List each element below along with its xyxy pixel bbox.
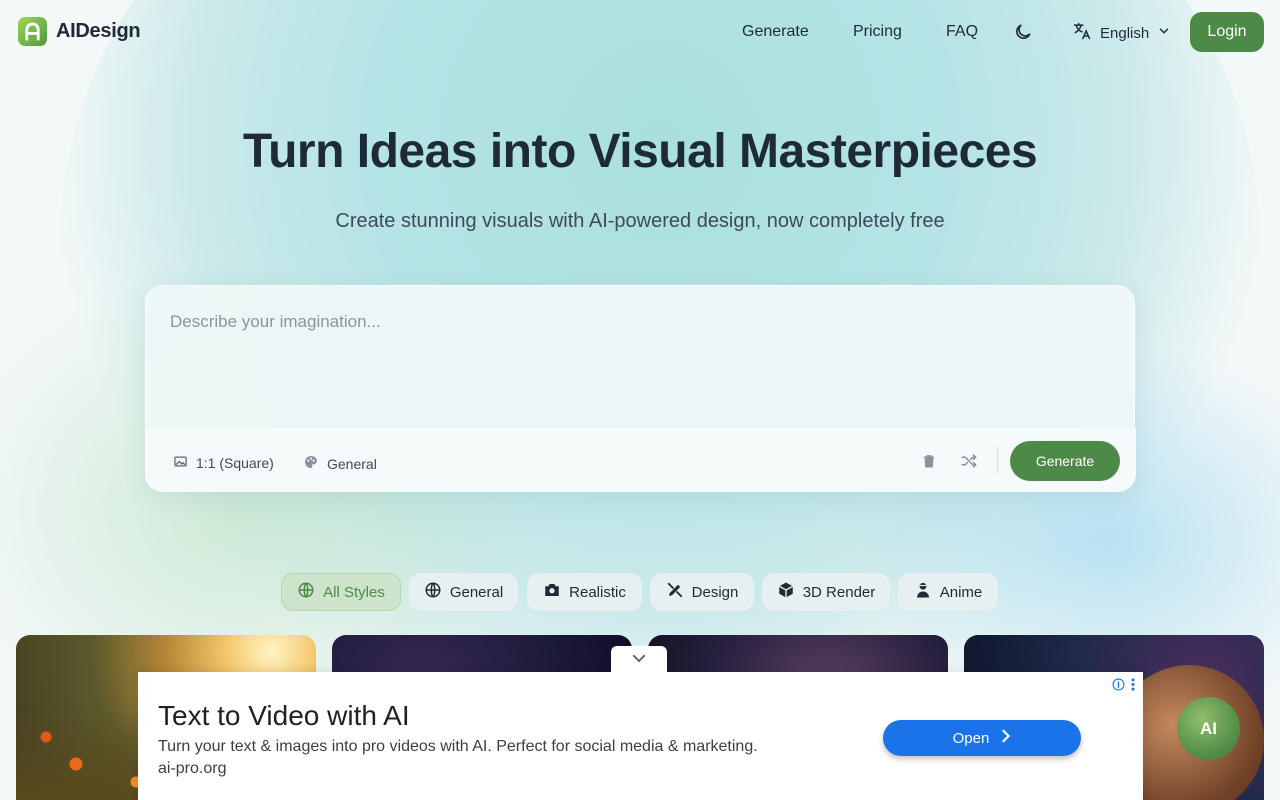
- chip-anime[interactable]: Anime: [898, 573, 998, 611]
- chip-general[interactable]: General: [409, 573, 518, 611]
- ad-open-label: Open: [952, 729, 990, 747]
- more-options-icon[interactable]: [1131, 678, 1135, 696]
- nav-pricing[interactable]: Pricing: [853, 23, 902, 41]
- ad-info-controls[interactable]: [1112, 678, 1135, 696]
- ad-banner: Text to Video with AI Turn your text & i…: [138, 672, 1143, 800]
- cube-icon: [777, 581, 795, 603]
- chip-label: Realistic: [569, 583, 626, 601]
- chip-label: Anime: [939, 583, 983, 601]
- prompt-card: 1:1 (Square) General Generate: [145, 285, 1136, 492]
- login-button[interactable]: Login: [1190, 12, 1264, 52]
- hero-subtitle: Create stunning visuals with AI-powered …: [335, 210, 945, 232]
- ad-collapse-button[interactable]: [611, 646, 667, 674]
- generate-button[interactable]: Generate: [1010, 441, 1120, 481]
- trash-icon[interactable]: [918, 450, 940, 472]
- shuffle-icon[interactable]: [958, 450, 980, 472]
- chip-label: General: [449, 583, 504, 601]
- chip-all-styles[interactable]: All Styles: [281, 573, 401, 611]
- ad-title[interactable]: Text to Video with AI: [158, 700, 410, 732]
- image-icon: [173, 454, 188, 472]
- nav-generate[interactable]: Generate: [742, 23, 809, 41]
- chip-label: 3D Render: [802, 583, 876, 601]
- aspect-ratio-selector[interactable]: 1:1 (Square): [173, 454, 274, 472]
- globe-icon: [297, 581, 315, 603]
- chevron-right-icon: [1001, 729, 1011, 747]
- logo-mark-icon: [18, 17, 47, 46]
- aspect-ratio-label: 1:1 (Square): [196, 455, 274, 471]
- chip-3d-render[interactable]: 3D Render: [762, 573, 890, 611]
- language-selector[interactable]: English: [1072, 21, 1171, 45]
- style-filter-bar: All Styles General Realistic Design 3D R…: [0, 573, 1280, 611]
- camera-icon: [543, 581, 561, 603]
- chevron-down-icon: [630, 649, 648, 672]
- palette-icon: [303, 454, 319, 473]
- style-selector[interactable]: General: [303, 454, 377, 473]
- language-label: English: [1100, 24, 1150, 42]
- toolbar-divider: [997, 446, 998, 474]
- nav-faq[interactable]: FAQ: [946, 23, 978, 41]
- prompt-input[interactable]: [170, 312, 1110, 422]
- ai-assistant-badge[interactable]: AI: [1177, 697, 1240, 760]
- chip-label: Design: [691, 583, 739, 601]
- design-tools-icon: [666, 581, 684, 603]
- chip-design[interactable]: Design: [650, 573, 754, 611]
- globe-icon: [424, 581, 442, 603]
- style-label: General: [327, 455, 377, 472]
- chip-realistic[interactable]: Realistic: [527, 573, 642, 611]
- chevron-down-icon: [1157, 24, 1171, 42]
- dark-mode-moon-icon[interactable]: [1013, 22, 1033, 42]
- ad-description: Turn your text & images into pro videos …: [158, 738, 758, 755]
- ad-open-button[interactable]: Open: [883, 720, 1081, 756]
- info-icon[interactable]: [1112, 678, 1125, 696]
- chip-label: All Styles: [323, 583, 385, 601]
- logo-text: AIDesign: [56, 20, 141, 42]
- top-header: AIDesign Generate Pricing FAQ English Lo…: [0, 0, 1280, 64]
- hero-title: Turn Ideas into Visual Masterpieces: [242, 125, 1038, 178]
- ad-url[interactable]: ai-pro.org: [158, 760, 226, 778]
- logo[interactable]: AIDesign: [18, 17, 141, 46]
- prompt-toolbar: 1:1 (Square) General: [146, 428, 1136, 492]
- anime-icon: [914, 581, 932, 603]
- translate-icon: [1072, 21, 1092, 45]
